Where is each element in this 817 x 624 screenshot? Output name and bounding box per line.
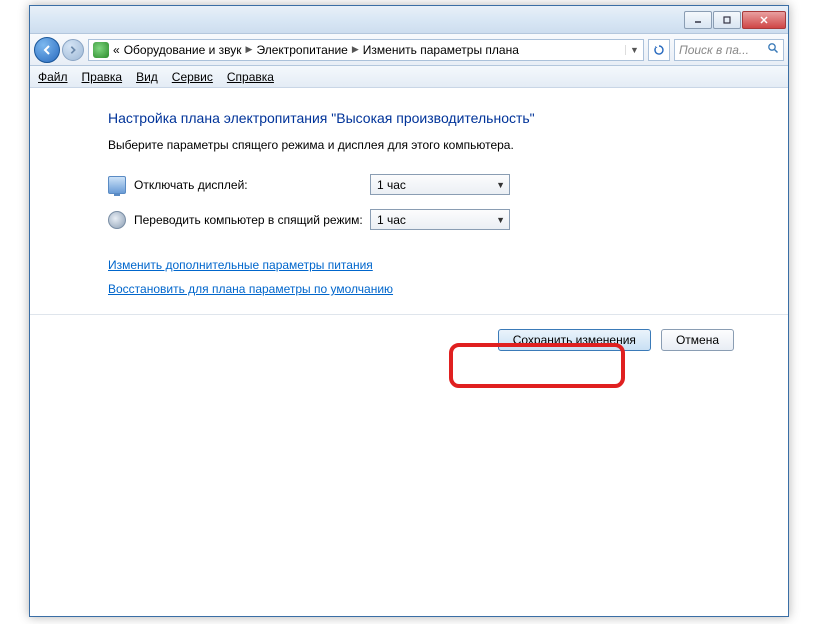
- explorer-window: « Оборудование и звук ▶ Электропитание ▶…: [29, 5, 789, 617]
- search-icon: [767, 42, 779, 57]
- page-subtext: Выберите параметры спящего режима и дисп…: [108, 138, 758, 152]
- link-advanced-settings[interactable]: Изменить дополнительные параметры питани…: [108, 258, 758, 272]
- nav-arrows: [34, 37, 84, 63]
- save-button[interactable]: Сохранить изменения: [498, 329, 651, 351]
- menu-help[interactable]: Справка: [227, 70, 274, 84]
- menu-edit[interactable]: Правка: [82, 70, 123, 84]
- chevron-down-icon: ▼: [496, 180, 505, 190]
- breadcrumb-power-options[interactable]: Электропитание: [256, 43, 347, 57]
- sleep-select[interactable]: 1 час ▼: [370, 209, 510, 230]
- display-off-select[interactable]: 1 час ▼: [370, 174, 510, 195]
- chevron-right-icon: ▶: [352, 44, 359, 55]
- back-button[interactable]: [34, 37, 60, 63]
- menu-tools[interactable]: Сервис: [172, 70, 213, 84]
- display-off-label: Отключать дисплей:: [134, 178, 370, 192]
- breadcrumb-prefix: «: [113, 43, 120, 57]
- search-placeholder: Поиск в па...: [679, 43, 749, 57]
- control-panel-icon: [93, 42, 109, 58]
- button-row: Сохранить изменения Отмена: [108, 315, 758, 351]
- refresh-button[interactable]: [648, 39, 670, 61]
- chevron-down-icon: ▼: [496, 215, 505, 225]
- forward-button[interactable]: [62, 39, 84, 61]
- title-bar: [30, 6, 788, 34]
- menu-file[interactable]: Файл: [38, 70, 68, 84]
- moon-icon: [108, 211, 126, 229]
- chevron-right-icon: ▶: [246, 44, 253, 55]
- search-box[interactable]: Поиск в па...: [674, 39, 784, 61]
- page-title: Настройка плана электропитания "Высокая …: [108, 110, 758, 126]
- cancel-button[interactable]: Отмена: [661, 329, 734, 351]
- content-area: Настройка плана электропитания "Высокая …: [30, 88, 788, 616]
- close-button[interactable]: [742, 11, 786, 29]
- monitor-icon: [108, 176, 126, 194]
- address-dropdown[interactable]: ▼: [625, 45, 639, 55]
- menu-view[interactable]: Вид: [136, 70, 158, 84]
- link-restore-defaults[interactable]: Восстановить для плана параметры по умол…: [108, 282, 758, 296]
- sleep-value: 1 час: [377, 213, 406, 227]
- minimize-button[interactable]: [684, 11, 712, 29]
- breadcrumb-hardware-sound[interactable]: Оборудование и звук: [124, 43, 242, 57]
- display-off-value: 1 час: [377, 178, 406, 192]
- breadcrumb-edit-plan[interactable]: Изменить параметры плана: [363, 43, 519, 57]
- sleep-label: Переводить компьютер в спящий режим:: [134, 213, 370, 227]
- row-display-off: Отключать дисплей: 1 час ▼: [108, 174, 758, 195]
- nav-bar: « Оборудование и звук ▶ Электропитание ▶…: [30, 34, 788, 66]
- maximize-button[interactable]: [713, 11, 741, 29]
- address-bar[interactable]: « Оборудование и звук ▶ Электропитание ▶…: [88, 39, 644, 61]
- menu-bar: Файл Правка Вид Сервис Справка: [30, 66, 788, 88]
- row-sleep: Переводить компьютер в спящий режим: 1 ч…: [108, 209, 758, 230]
